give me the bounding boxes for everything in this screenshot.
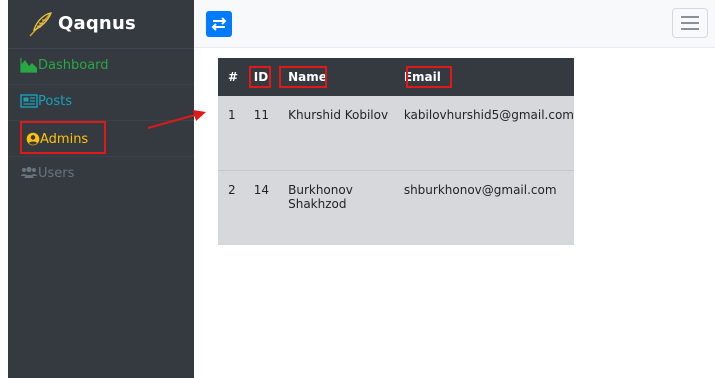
hamburger-icon [681,22,699,24]
sidebar-item-label: Dashboard [38,58,109,73]
table-row[interactable]: 1 11 Khurshid Kobilov kabilovhurshid5@gm… [218,96,574,171]
sidebar-item-label: Users [38,166,75,181]
cell-name: Khurshid Kobilov [288,108,389,122]
sidebar-item-users[interactable]: Users [8,156,194,192]
brand-name: Qaqnus [58,13,136,34]
cell-id: 14 [243,170,279,245]
feather-logo-icon [29,12,53,37]
hamburger-icon [681,28,699,30]
newspaper-icon [20,94,38,108]
email-header-highlight-box [406,66,452,88]
table-row[interactable]: 2 14 Burkhonov Shakhzod shburkhonov@gmai… [218,170,574,245]
id-header-highlight-box [249,66,271,88]
col-header-index: # [218,58,244,96]
cell-name: Burkhonov Shakhzod [278,170,394,245]
admins-table: # ID Name Email 1 11 Khurshid Kobilov ka… [218,58,574,245]
table-header-row: # ID Name Email [218,58,574,96]
exchange-icon [211,17,227,31]
brand[interactable]: Qaqnus [8,0,194,49]
sidebar-item-dashboard[interactable]: Dashboard [8,48,194,85]
cell-email: shburkhonov@gmail.com [393,170,574,245]
navbar-menu-button[interactable] [672,8,708,38]
users-icon [21,166,37,178]
area-chart-icon [20,58,37,73]
admins-highlight-box [20,121,106,154]
sidebar-item-label: Posts [38,94,72,109]
cell-id: 11 [253,108,270,122]
cell-email: kabilovhurshid5@gmail.com [403,108,574,122]
name-header-highlight-box [279,66,327,88]
cell-index: 1 [228,108,236,122]
sidebar-item-posts[interactable]: Posts [8,84,194,121]
top-navbar [194,0,715,48]
sidebar: Qaqnus Dashboard Posts Admins Users [8,0,194,378]
cell-index: 2 [218,170,244,245]
hamburger-icon [681,16,699,18]
sidebar-toggle-button[interactable] [206,11,232,37]
